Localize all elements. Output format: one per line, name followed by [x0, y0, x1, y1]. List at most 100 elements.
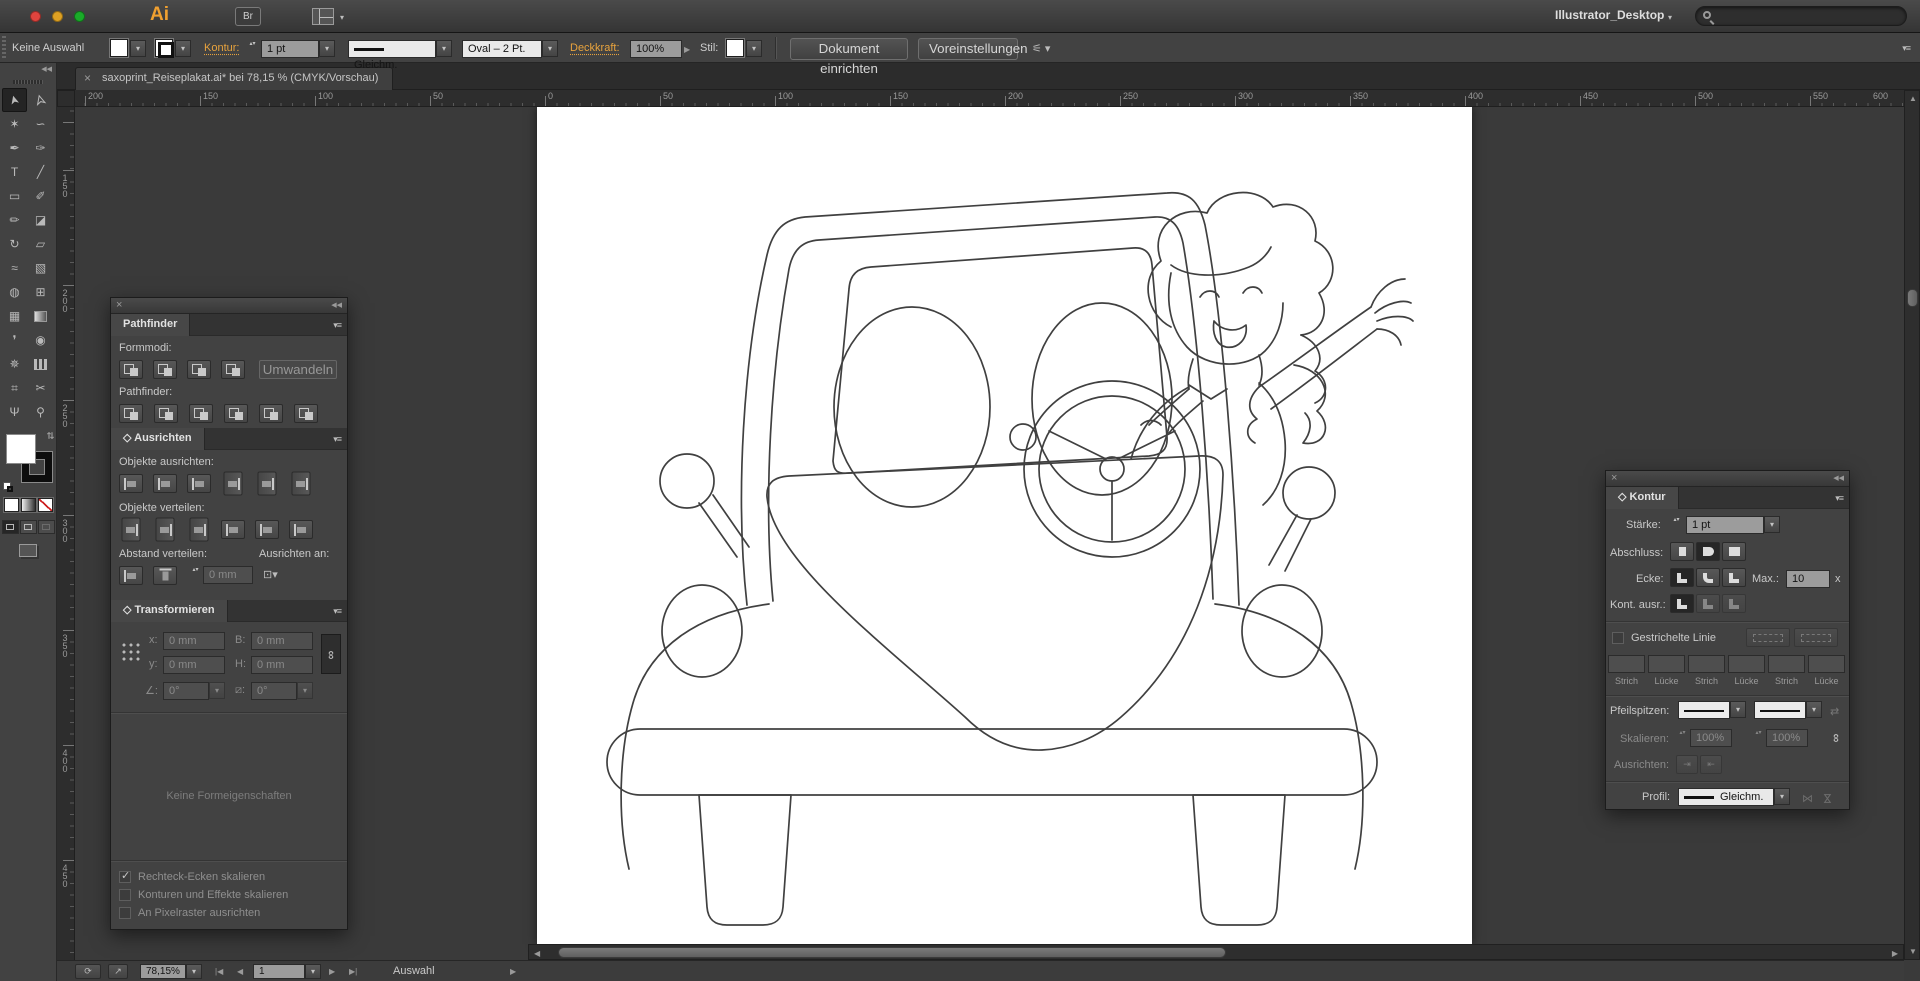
rotate-dropdown[interactable]: ▾: [209, 682, 225, 699]
control-bar-grip[interactable]: [2, 36, 6, 60]
arrow-tip-at-end-button[interactable]: ⇤: [1700, 755, 1722, 774]
graphic-style-dropdown[interactable]: ▾: [746, 40, 762, 57]
type-tool[interactable]: T: [2, 160, 27, 184]
minimize-window-button[interactable]: [52, 11, 63, 22]
zoom-level-dropdown[interactable]: ▾: [186, 964, 202, 979]
stroke-panel-titlebar[interactable]: × ◀◀: [1606, 471, 1849, 487]
constrain-proportions-button[interactable]: ∞: [321, 634, 341, 674]
preserve-dash-button[interactable]: [1746, 628, 1790, 647]
selection-tool[interactable]: ➤: [2, 88, 27, 112]
stroke-menu-icon[interactable]: ▾≡: [1835, 493, 1844, 504]
distribute-vcenter-button[interactable]: [155, 517, 175, 542]
collapse-panel-icon[interactable]: ◀◀: [1833, 474, 1844, 482]
scale-tool[interactable]: ▱: [28, 232, 53, 256]
width-profile-select[interactable]: Oval – 2 Pt.: [462, 40, 542, 58]
pencil-tool[interactable]: ✏: [2, 208, 27, 232]
opacity-field[interactable]: 100%: [630, 40, 682, 58]
horizontal-ruler[interactable]: 200 150 100 50 0 50 100 150 200 250 300 …: [75, 90, 1904, 107]
column-graph-tool[interactable]: [28, 352, 53, 376]
distribute-hspace-button[interactable]: [153, 566, 177, 585]
search-input[interactable]: [1695, 6, 1907, 26]
horizontal-scrollbar[interactable]: ◀ ▶: [528, 944, 1904, 960]
arrow-tip-beyond-button[interactable]: ⇥: [1676, 755, 1698, 774]
pathfinder-menu-icon[interactable]: ▾≡: [333, 320, 342, 331]
scroll-down-icon[interactable]: ▼: [1909, 947, 1917, 956]
draw-behind-button[interactable]: [19, 520, 37, 534]
swap-fill-stroke-icon[interactable]: ⇄: [45, 432, 56, 440]
crop-button[interactable]: [224, 404, 248, 423]
dash-field[interactable]: [1808, 655, 1845, 673]
dashed-line-checkbox[interactable]: Gestrichelte Linie: [1612, 629, 1716, 647]
cap-projecting-button[interactable]: [1722, 542, 1746, 561]
hand-tool[interactable]: Ψ: [2, 400, 27, 424]
dash-field[interactable]: [1648, 655, 1685, 673]
vertical-scroll-thumb[interactable]: [1907, 289, 1918, 307]
shear-dropdown[interactable]: ▾: [297, 682, 313, 699]
document-setup-button[interactable]: Dokument einrichten: [790, 38, 908, 76]
align-to-selector[interactable]: ⊡▾: [263, 568, 278, 581]
opacity-panel-link[interactable]: Deckkraft:: [570, 42, 620, 54]
scroll-right-icon[interactable]: ▶: [1892, 949, 1898, 958]
status-flyout-icon[interactable]: ▶: [510, 967, 516, 976]
vertical-ruler[interactable]: 150 200 250 300 350 400 450: [57, 107, 75, 960]
tab-stroke[interactable]: ◇ Kontur: [1606, 487, 1679, 509]
scale-rect-corners-checkbox[interactable]: Rechteck-Ecken skalieren: [119, 868, 339, 886]
shape-builder-tool[interactable]: ◍: [2, 280, 27, 304]
align-dash-button[interactable]: [1794, 628, 1838, 647]
blend-tool[interactable]: ◉: [28, 328, 53, 352]
link-scale-icon[interactable]: ∞: [1829, 731, 1843, 745]
swap-arrowheads-icon[interactable]: ⇄: [1830, 705, 1839, 718]
join-bevel-button[interactable]: [1722, 568, 1746, 587]
cap-butt-button[interactable]: [1670, 542, 1694, 561]
align-hcenter-button[interactable]: [153, 474, 177, 493]
distribute-hcenter-button[interactable]: [255, 520, 279, 539]
w-field[interactable]: 0 mm: [251, 632, 313, 650]
pen-tool[interactable]: ✒: [2, 136, 27, 160]
previous-artboard-icon[interactable]: ◀: [237, 967, 243, 976]
default-fill-stroke-icon[interactable]: [3, 482, 15, 494]
document-tab[interactable]: × saxoprint_Reiseplakat.ai* bei 78,15 % …: [75, 67, 394, 90]
distribute-top-button[interactable]: [121, 517, 141, 542]
panel-toggle-icon[interactable]: ◇: [123, 432, 131, 444]
opacity-flyout-icon[interactable]: ▶: [684, 45, 690, 54]
intersect-button[interactable]: [187, 360, 211, 379]
reference-point-grid[interactable]: [119, 640, 140, 661]
free-transform-tool[interactable]: ▧: [28, 256, 53, 280]
x-field[interactable]: 0 mm: [163, 632, 225, 650]
distribute-left-button[interactable]: [221, 520, 245, 539]
magic-wand-tool[interactable]: ✶: [2, 112, 27, 136]
lasso-tool[interactable]: ∽: [28, 112, 53, 136]
align-left-button[interactable]: [119, 474, 143, 493]
eraser-tool[interactable]: ◪: [28, 208, 53, 232]
scale-end-field[interactable]: 100%: [1766, 729, 1808, 747]
dash-field[interactable]: [1608, 655, 1645, 673]
arrowhead-start-select[interactable]: [1678, 701, 1730, 719]
ruler-origin-corner[interactable]: [57, 90, 75, 107]
control-bar-menu-icon[interactable]: ▾≡: [1902, 43, 1911, 54]
draw-inside-button[interactable]: [37, 520, 55, 534]
close-document-icon[interactable]: ×: [84, 68, 91, 89]
preferences-button[interactable]: Voreinstellungen: [918, 38, 1028, 60]
spacing-field[interactable]: 0 mm: [203, 566, 253, 584]
distribute-bottom-button[interactable]: [189, 517, 209, 542]
artboard[interactable]: [537, 107, 1472, 944]
stroke-panel-link[interactable]: Kontur:: [204, 42, 239, 54]
dash-field[interactable]: [1728, 655, 1765, 673]
expand-button[interactable]: Umwandeln: [259, 360, 337, 379]
tab-align[interactable]: ◇ Ausrichten: [111, 428, 205, 450]
rotate-tool[interactable]: ↻: [2, 232, 27, 256]
arrowhead-start-dropdown[interactable]: ▾: [1730, 701, 1746, 718]
calligraphy-pen-tool[interactable]: ✑: [28, 136, 53, 160]
exclude-button[interactable]: [221, 360, 245, 379]
arrowhead-end-select[interactable]: [1754, 701, 1806, 719]
align-stroke-inside-button[interactable]: [1696, 594, 1720, 613]
close-panel-icon[interactable]: ×: [116, 299, 122, 311]
outline-button[interactable]: [259, 404, 283, 423]
last-artboard-icon[interactable]: ▶|: [349, 967, 357, 976]
rectangle-tool[interactable]: ▭: [2, 184, 27, 208]
draw-normal-button[interactable]: [1, 520, 19, 534]
align-pixel-grid-checkbox[interactable]: An Pixelraster ausrichten: [119, 904, 339, 922]
close-window-button[interactable]: [30, 11, 41, 22]
color-button[interactable]: [3, 498, 19, 512]
weight-stepper[interactable]: ▴▾: [1670, 516, 1683, 534]
